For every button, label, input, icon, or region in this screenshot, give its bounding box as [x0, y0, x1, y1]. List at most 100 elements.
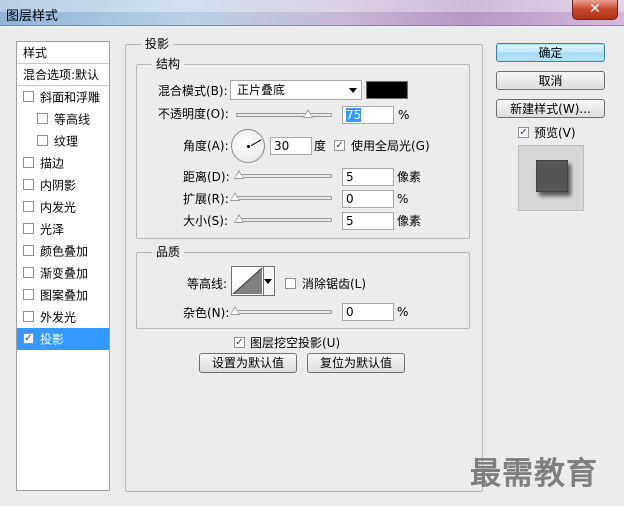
quality-title: 品质 [152, 245, 185, 259]
opacity-value: 75 [346, 108, 362, 122]
distance-slider[interactable] [236, 174, 332, 178]
style-list-item[interactable]: ✓ 投影 [17, 328, 109, 350]
contour-curve-icon [232, 267, 263, 295]
style-list-item[interactable]: 颜色叠加 [17, 240, 109, 262]
checkbox-icon[interactable] [23, 267, 34, 278]
style-list-item[interactable]: 描边 [17, 152, 109, 174]
distance-slider-thumb-icon[interactable] [234, 170, 244, 179]
noise-input[interactable]: 0 [342, 303, 394, 321]
style-list-item[interactable]: 光泽 [17, 218, 109, 240]
checkmark-icon: ✓ [518, 127, 529, 138]
checkbox-icon[interactable] [23, 201, 34, 212]
opacity-label: 不透明度(O): [158, 107, 229, 121]
cancel-button[interactable]: 取消 [496, 71, 605, 90]
contour-label: 等高线: [187, 277, 228, 291]
checkbox-icon[interactable] [37, 113, 48, 124]
opacity-slider[interactable] [236, 113, 332, 117]
checkmark-icon[interactable]: ✓ [23, 333, 34, 344]
checkbox-icon[interactable] [23, 245, 34, 256]
angle-needle [250, 139, 262, 147]
blend-mode-select[interactable]: 正片叠底 [230, 80, 362, 100]
checkmark-icon: ✓ [334, 140, 345, 151]
checkbox-icon[interactable] [23, 311, 34, 322]
checkbox-icon[interactable] [23, 91, 34, 102]
style-list-item-label: 等高线 [54, 112, 91, 127]
style-list-item-label: 颜色叠加 [40, 244, 89, 259]
style-list-item[interactable]: 图案叠加 [17, 284, 109, 306]
style-list-item[interactable]: 内阴影 [17, 174, 109, 196]
contour-picker[interactable] [231, 266, 264, 296]
preview-shadow-square [536, 160, 568, 192]
style-list-item[interactable]: 纹理 [17, 130, 109, 152]
use-global-light-checkbox[interactable]: ✓ [334, 139, 345, 153]
style-list-item[interactable]: 等高线 [17, 108, 109, 130]
opacity-unit: % [398, 108, 410, 122]
spread-label: 扩展(R): [183, 192, 229, 206]
angle-dial-icon[interactable] [231, 129, 265, 163]
spread-input[interactable]: 0 [342, 190, 394, 208]
style-list-item-label: 内阴影 [40, 178, 77, 193]
preview-label: 预览(V) [534, 126, 576, 140]
angle-input[interactable]: 30 [270, 137, 312, 155]
style-list-item-label: 投影 [40, 332, 65, 347]
opacity-slider-thumb-icon[interactable] [303, 109, 313, 118]
blend-options-item[interactable]: 混合选项:默认 [17, 64, 109, 86]
style-list-item-label: 描边 [40, 156, 65, 171]
style-list-item[interactable]: 斜面和浮雕 [17, 86, 109, 108]
checkbox-icon[interactable] [23, 157, 34, 168]
noise-slider-thumb-icon[interactable] [230, 306, 240, 315]
anti-aliased-label: 消除锯齿(L) [302, 277, 367, 291]
chevron-down-icon [349, 88, 357, 93]
distance-unit: 像素 [397, 170, 422, 184]
style-list-item[interactable]: 渐变叠加 [17, 262, 109, 284]
opacity-input[interactable]: 75 [342, 106, 394, 124]
angle-center-dot [247, 145, 250, 148]
reset-default-button[interactable]: 复位为默认值 [307, 353, 405, 373]
drop-shadow-title: 投影 [141, 37, 174, 51]
size-label: 大小(S): [183, 214, 229, 228]
ok-button[interactable]: 确定 [496, 43, 605, 62]
watermark-text: 最需教育 [470, 456, 598, 492]
style-list-header: 样式 [17, 42, 109, 64]
angle-unit: 度 [314, 139, 327, 153]
checkbox-icon[interactable] [23, 179, 34, 190]
distance-input[interactable]: 5 [342, 168, 394, 186]
size-input[interactable]: 5 [342, 212, 394, 230]
use-global-light-label: 使用全局光(G) [351, 139, 430, 153]
knockout-checkbox[interactable]: ✓ [234, 336, 245, 350]
size-slider-thumb-icon[interactable] [234, 214, 244, 223]
noise-label: 杂色(N): [183, 306, 230, 320]
knockout-label: 图层挖空投影(U) [250, 336, 341, 350]
style-list: 样式 混合选项:默认 斜面和浮雕等高线纹理描边内阴影内发光光泽颜色叠加渐变叠加图… [16, 41, 110, 491]
checkbox-icon[interactable] [23, 223, 34, 234]
noise-slider[interactable] [236, 310, 332, 314]
close-button[interactable]: ✕ [572, 0, 618, 20]
style-list-item[interactable]: 外发光 [17, 306, 109, 328]
spread-slider-thumb-icon[interactable] [230, 192, 240, 201]
contour-dropdown[interactable] [264, 266, 275, 296]
angle-label: 角度(A): [183, 139, 229, 153]
spread-unit: % [397, 192, 409, 206]
style-list-item-label: 外发光 [40, 310, 77, 325]
style-list-item-label: 渐变叠加 [40, 266, 89, 281]
make-default-button[interactable]: 设置为默认值 [199, 353, 297, 373]
anti-aliased-checkbox[interactable] [285, 277, 296, 291]
style-list-item-label: 斜面和浮雕 [40, 90, 101, 105]
checkbox-icon[interactable] [37, 135, 48, 146]
window-titlebar [0, 0, 624, 26]
preview-thumbnail [518, 145, 584, 211]
preview-checkbox[interactable]: ✓ [518, 126, 529, 140]
shadow-color-swatch[interactable] [366, 81, 408, 99]
checkbox-icon [285, 278, 296, 289]
window-title: 图层样式 [6, 9, 59, 24]
chevron-down-icon [264, 279, 272, 284]
new-style-button[interactable]: 新建样式(W)... [496, 99, 605, 118]
structure-title: 结构 [152, 57, 185, 71]
style-list-item[interactable]: 内发光 [17, 196, 109, 218]
spread-slider[interactable] [236, 196, 332, 200]
size-slider[interactable] [236, 218, 332, 222]
blend-mode-value: 正片叠底 [237, 83, 286, 97]
distance-label: 距离(D): [183, 170, 230, 184]
style-list-item-label: 光泽 [40, 222, 65, 237]
checkbox-icon[interactable] [23, 289, 34, 300]
